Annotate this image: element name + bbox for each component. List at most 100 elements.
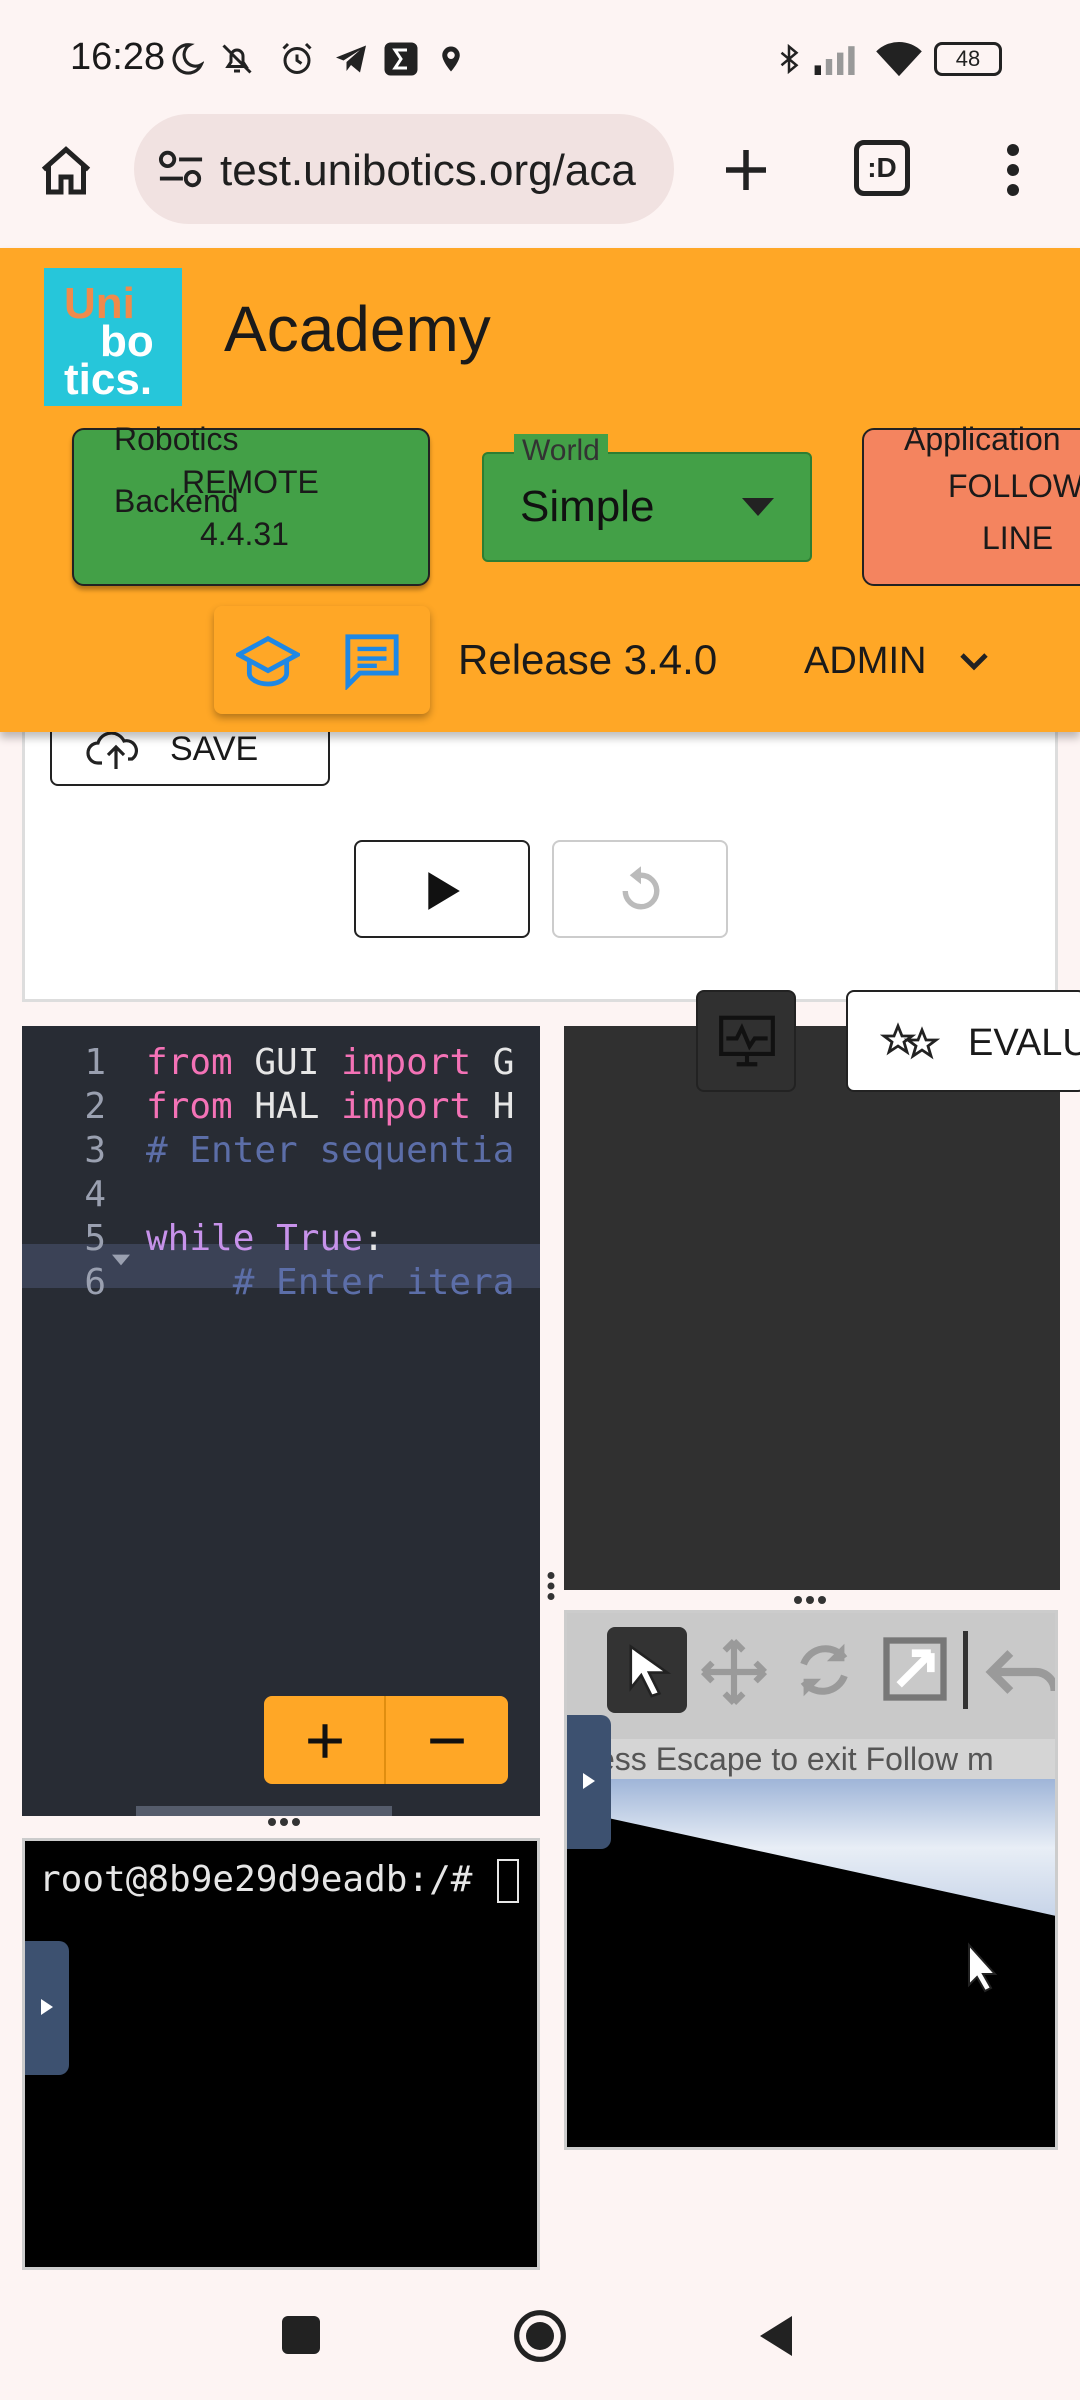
code-token: G xyxy=(471,1042,515,1083)
world-select[interactable]: Simple xyxy=(482,452,812,562)
code-text: # Enter itera xyxy=(146,1262,515,1303)
world-label: World xyxy=(514,434,608,468)
code-token: HAL xyxy=(232,1086,342,1127)
terminal-side-toggle[interactable] xyxy=(25,1941,69,2075)
address-bar[interactable]: test.unibotics.org/aca xyxy=(134,114,674,224)
reset-button[interactable] xyxy=(552,840,728,938)
horizontal-resize-handle[interactable] xyxy=(264,1814,304,1830)
bluetooth-icon xyxy=(770,40,808,78)
line-number: 4 xyxy=(84,1174,106,1215)
monitor-button[interactable] xyxy=(696,990,796,1092)
forum-icon[interactable] xyxy=(342,632,402,695)
dropdown-arrow-icon xyxy=(742,498,774,521)
battery-level: 48 xyxy=(955,46,981,71)
code-token: from xyxy=(146,1086,233,1127)
reset-icon xyxy=(614,864,668,923)
viewer-side-toggle[interactable] xyxy=(567,1715,611,1849)
move-tool-icon[interactable] xyxy=(697,1635,771,1714)
wifi-icon xyxy=(874,40,924,78)
terminal-prompt: root@8b9e29d9eadb:/# xyxy=(39,1859,495,1900)
recents-icon[interactable] xyxy=(282,2316,320,2354)
more-options-icon[interactable] xyxy=(998,140,1028,200)
home-icon[interactable] xyxy=(36,142,96,202)
line-number: 2 xyxy=(84,1086,106,1127)
site-settings-icon[interactable] xyxy=(156,146,206,192)
play-icon xyxy=(422,870,464,917)
sigma-icon xyxy=(382,40,420,78)
terminal-cursor xyxy=(497,1859,519,1903)
code-token: import xyxy=(341,1086,472,1127)
zoom-out-button[interactable] xyxy=(386,1696,508,1784)
home-nav-icon[interactable] xyxy=(512,2308,568,2369)
stars-icon xyxy=(879,1020,941,1069)
robotics-backend-label: Robotics Backend xyxy=(114,421,239,519)
chevron-down-icon xyxy=(958,650,990,677)
line-number: 1 xyxy=(84,1042,106,1083)
gui-panel xyxy=(564,1026,1060,1590)
cloud-upload-icon xyxy=(86,726,146,772)
zoom-in-button[interactable] xyxy=(264,1696,386,1784)
user-menu[interactable]: ADMIN xyxy=(790,628,1010,692)
telegram-icon xyxy=(332,40,370,78)
application-value-line1: FOLLOW xyxy=(948,468,1080,504)
new-tab-icon[interactable] xyxy=(716,140,776,200)
browser-toolbar: test.unibotics.org/aca :D xyxy=(0,110,1080,250)
code-token: True xyxy=(276,1218,363,1259)
select-tool-icon[interactable] xyxy=(607,1627,687,1713)
rotate-tool-icon[interactable] xyxy=(789,1635,859,1710)
mute-icon xyxy=(218,40,256,78)
app-header: Uni bo tics. Academy REMOTE 4.4.31 Robot… xyxy=(0,248,1080,732)
viewer-hint: ess Escape to exit Follow m xyxy=(567,1739,1055,1779)
code-token: # Enter itera xyxy=(146,1262,515,1303)
code-token: from xyxy=(146,1042,233,1083)
system-nav-bar xyxy=(0,2270,1080,2400)
battery-icon: 48 xyxy=(934,42,1002,76)
terminal[interactable]: root@8b9e29d9eadb:/# xyxy=(22,1838,540,2270)
release-version: Release 3.4.0 xyxy=(458,636,718,683)
zoom-controls xyxy=(264,1696,508,1784)
user-name: ADMIN xyxy=(804,640,927,682)
scene-canvas[interactable] xyxy=(567,1779,1055,2147)
graduation-cap-icon[interactable] xyxy=(233,630,303,695)
viewer-resize-handle[interactable] xyxy=(790,1592,830,1608)
page-title: Academy xyxy=(224,293,491,365)
code-text: from GUI import G xyxy=(146,1042,514,1083)
code-text: # Enter sequentia xyxy=(146,1130,514,1171)
code-token: # Enter sequentia xyxy=(146,1130,515,1171)
application-value-line2: LINE xyxy=(982,520,1054,556)
code-text: from HAL import H xyxy=(146,1086,514,1127)
code-token: H xyxy=(471,1086,515,1127)
code-token: import xyxy=(341,1042,472,1083)
status-bar: 16:28 48 xyxy=(0,0,1080,120)
world-value: Simple xyxy=(520,482,655,531)
fold-arrow-icon[interactable] xyxy=(112,1234,130,1275)
code-token: while xyxy=(146,1218,255,1259)
unibotics-logo[interactable]: Uni bo tics. xyxy=(44,268,182,406)
save-label: SAVE xyxy=(170,730,259,768)
vertical-resize-handle[interactable] xyxy=(544,1566,558,1606)
play-button[interactable] xyxy=(354,840,530,938)
code-editor[interactable]: 1 from GUI import G 2 from HAL import H 3 # E… xyxy=(22,1026,540,1816)
location-icon xyxy=(432,40,470,78)
evaluate-button[interactable]: EVALU xyxy=(846,990,1080,1092)
signal-icon xyxy=(812,40,862,78)
application-label: Application xyxy=(904,421,1061,457)
alarm-icon xyxy=(278,40,316,78)
status-time: 16:28 xyxy=(70,36,166,78)
line-number: 5 xyxy=(84,1218,106,1259)
scale-tool-icon[interactable] xyxy=(877,1631,953,1712)
header-icon-group xyxy=(214,606,430,714)
monitor-heartbeat-icon xyxy=(716,1010,778,1077)
code-token: : xyxy=(362,1218,385,1259)
simulation-viewer[interactable]: ess Escape to exit Follow m xyxy=(564,1610,1058,2150)
undo-icon[interactable] xyxy=(985,1639,1055,1710)
moon-icon xyxy=(168,40,206,78)
code-token: GUI xyxy=(232,1042,342,1083)
code-text: while True: xyxy=(146,1218,384,1259)
logo-line-3: tics. xyxy=(64,355,153,404)
back-icon[interactable] xyxy=(756,2312,796,2365)
tab-switcher-button[interactable]: :D xyxy=(854,140,910,196)
url-text[interactable]: test.unibotics.org/aca xyxy=(220,146,660,196)
line-number: 3 xyxy=(84,1130,106,1171)
